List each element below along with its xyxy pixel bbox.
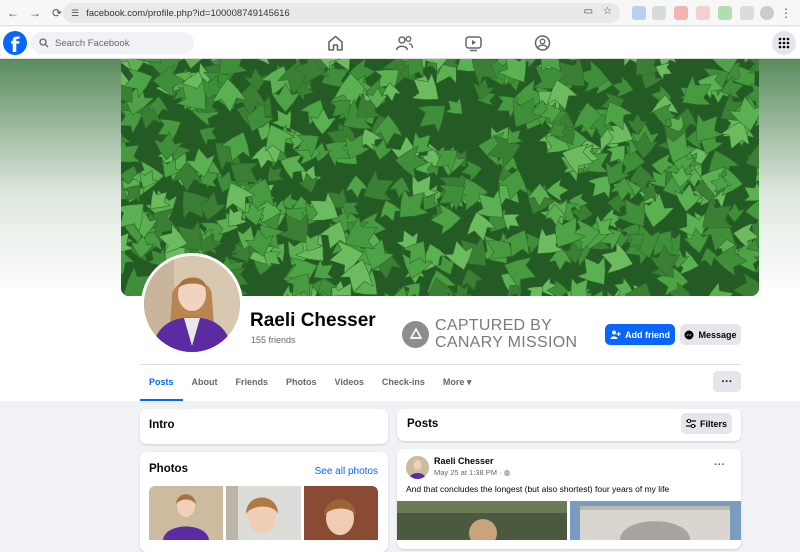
friends-icon[interactable]	[395, 34, 414, 52]
post-date-text: May 25 at 1:38 PM ·	[434, 468, 504, 477]
messenger-icon	[684, 330, 694, 339]
see-all-photos-link[interactable]: See all photos	[315, 466, 378, 477]
message-label: Message	[698, 329, 737, 340]
browser-toolbar: ← → ⟳ ☰ facebook.com/profile.php?id=1000…	[0, 0, 800, 26]
tab-posts[interactable]: Posts	[140, 365, 183, 401]
profile-icon[interactable]	[760, 6, 774, 20]
site-settings-icon[interactable]: ☰	[71, 8, 79, 19]
message-button[interactable]: Message	[680, 324, 741, 345]
tab-friends[interactable]: Friends	[227, 365, 278, 401]
facebook-logo-icon[interactable]: f	[3, 31, 27, 55]
filters-label: Filters	[699, 418, 727, 429]
profile-name: Raeli Chesser	[250, 310, 376, 331]
search-input[interactable]: Search Facebook	[31, 32, 194, 54]
sliders-icon	[685, 419, 696, 428]
tab-more[interactable]: More ▾	[434, 365, 481, 401]
video-icon[interactable]	[464, 34, 483, 52]
address-bar[interactable]: ☰ facebook.com/profile.php?id=1000087491…	[63, 3, 620, 23]
extension-icon[interactable]	[740, 6, 754, 20]
post-photo[interactable]	[570, 501, 741, 540]
globe-icon: ◍	[503, 468, 511, 477]
browser-menu-icon[interactable]: ⋮	[780, 6, 792, 20]
extension-icon[interactable]	[632, 6, 646, 20]
add-friend-button[interactable]: Add friend	[605, 324, 675, 345]
groups-icon[interactable]	[533, 34, 552, 52]
facebook-header: f Search Facebook	[0, 27, 800, 59]
extension-icon[interactable]	[696, 6, 710, 20]
forward-arrow-icon[interactable]: →	[24, 2, 46, 24]
extension-icon[interactable]	[652, 6, 666, 20]
search-placeholder: Search Facebook	[55, 37, 130, 49]
url-text: facebook.com/profile.php?id=100008749145…	[86, 7, 290, 19]
extension-icon[interactable]	[718, 6, 732, 20]
post-options-icon[interactable]: ···	[714, 459, 725, 471]
menu-grid-icon[interactable]	[772, 31, 796, 55]
intro-title: Intro	[149, 419, 175, 431]
intro-card: Intro	[140, 409, 388, 444]
tab-photos[interactable]: Photos	[277, 365, 326, 401]
post-author-name[interactable]: Raeli Chesser	[434, 456, 494, 466]
tab-videos[interactable]: Videos	[326, 365, 373, 401]
tab-about[interactable]: About	[183, 365, 227, 401]
photo-thumbnail[interactable]	[149, 486, 223, 540]
cast-icon[interactable]: ▭	[584, 6, 593, 17]
friends-count[interactable]: 155 friends	[251, 335, 296, 345]
watermark: CAPTURED BY CANARY MISSION	[402, 317, 577, 351]
add-person-icon	[610, 330, 621, 339]
back-arrow-icon[interactable]: ←	[2, 2, 24, 24]
bookmark-star-icon[interactable]: ☆	[603, 6, 612, 17]
profile-picture[interactable]	[141, 253, 243, 355]
extension-icon[interactable]	[674, 6, 688, 20]
search-icon	[39, 38, 49, 48]
add-friend-label: Add friend	[625, 329, 670, 340]
home-icon[interactable]	[326, 34, 345, 52]
post-text: And that concludes the longest (but also…	[406, 484, 670, 494]
watermark-logo-icon	[402, 320, 429, 348]
tab-check-ins[interactable]: Check-ins	[373, 365, 434, 401]
post-author-avatar[interactable]	[406, 456, 429, 479]
more-options-button[interactable]: ···	[713, 371, 741, 392]
post-timestamp[interactable]: May 25 at 1:38 PM · ◍	[434, 468, 510, 477]
watermark-line1: CAPTURED BY	[435, 317, 553, 334]
post-photo[interactable]	[397, 501, 567, 540]
profile-tabs: Posts About Friends Photos Videos Check-…	[140, 365, 480, 401]
filters-button[interactable]: Filters	[681, 413, 732, 434]
photo-thumbnail[interactable]	[304, 486, 378, 540]
watermark-line2: CANARY MISSION	[435, 334, 578, 351]
photo-thumbnail[interactable]	[226, 486, 301, 540]
